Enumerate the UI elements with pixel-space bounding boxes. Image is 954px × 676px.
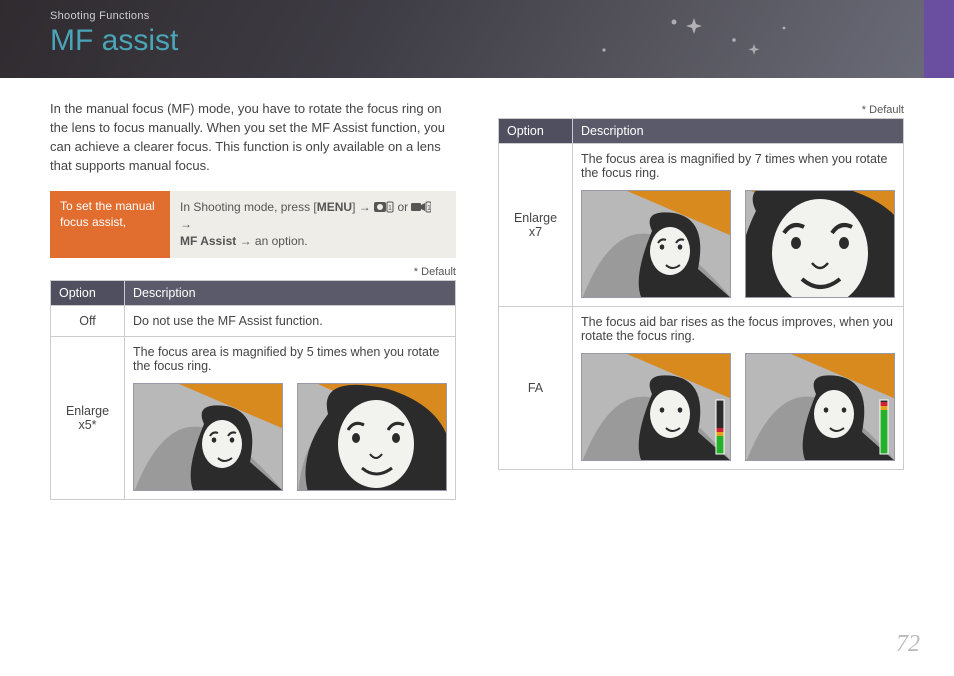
or-text: or (397, 200, 408, 214)
svg-text:1: 1 (388, 205, 392, 212)
instr-text: ] → (352, 200, 371, 214)
option-desc: Do not use the MF Assist function. (125, 305, 456, 336)
mf-assist-bold: MF Assist (180, 234, 236, 248)
example-image-row (581, 353, 895, 461)
option-name: Enlarge x5* (51, 336, 125, 499)
example-image-fa-low (581, 353, 731, 461)
set-instruction-body: In Shooting mode, press [MENU] → 1 or 1 … (170, 191, 456, 257)
table-row: Enlarge x7 The focus area is magnified b… (499, 144, 904, 307)
table-header-description: Description (125, 280, 456, 305)
header-sparkle-decoration (54, 10, 874, 70)
movie-mode-icon-1: 1 (411, 201, 431, 213)
option-desc: The focus aid bar rises as the focus imp… (573, 307, 904, 470)
option-desc: The focus area is magnified by 7 times w… (573, 144, 904, 307)
example-image-enlarged-x7 (745, 190, 895, 298)
camera-mode-icon-1: 1 (374, 201, 394, 213)
instr-suffix: an option. (255, 234, 308, 248)
example-image-row (581, 190, 895, 298)
table-header-description: Description (573, 119, 904, 144)
option-name: Off (51, 305, 125, 336)
table-row: FA The focus aid bar rises as the focus … (499, 307, 904, 470)
arrow-text: → (240, 234, 252, 248)
options-table-right: Option Description Enlarge x7 The focus … (498, 118, 904, 470)
option-desc: The focus area is magnified by 5 times w… (125, 336, 456, 499)
default-note-left: * Default (50, 266, 456, 278)
example-image-fa-high (745, 353, 895, 461)
left-column: In the manual focus (MF) mode, you have … (50, 100, 456, 500)
content-area: In the manual focus (MF) mode, you have … (0, 78, 954, 500)
page-number: 72 (896, 631, 920, 658)
example-image-enlarged-x5 (297, 383, 447, 491)
table-row: Off Do not use the MF Assist function. (51, 305, 456, 336)
intro-text: In the manual focus (MF) mode, you have … (50, 100, 456, 175)
default-note-right: * Default (498, 104, 904, 116)
option-desc-text: The focus area is magnified by 7 times w… (581, 152, 887, 180)
option-name: FA (499, 307, 573, 470)
set-instruction-box: To set the manual focus assist, In Shoot… (50, 191, 456, 257)
table-header-option: Option (51, 280, 125, 305)
option-desc-text: The focus aid bar rises as the focus imp… (581, 315, 893, 343)
options-table-left: Option Description Off Do not use the MF… (50, 280, 456, 500)
arrow-text: → (180, 217, 192, 231)
page-header: Shooting Functions MF assist (0, 0, 954, 78)
example-image-normal (581, 190, 731, 298)
instr-text: In Shooting mode, press [ (180, 200, 317, 214)
menu-key-label: MENU (317, 200, 352, 214)
example-image-normal (133, 383, 283, 491)
right-column: * Default Option Description Enlarge x7 … (498, 100, 904, 500)
svg-text:1: 1 (427, 205, 431, 212)
option-name: Enlarge x7 (499, 144, 573, 307)
table-header-option: Option (499, 119, 573, 144)
table-row: Enlarge x5* The focus area is magnified … (51, 336, 456, 499)
set-instruction-label: To set the manual focus assist, (50, 191, 170, 257)
option-desc-text: The focus area is magnified by 5 times w… (133, 345, 439, 373)
example-image-row (133, 383, 447, 491)
